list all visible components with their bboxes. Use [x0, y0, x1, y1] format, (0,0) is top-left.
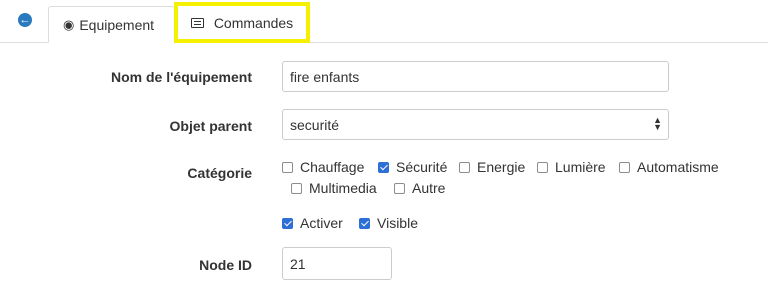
category-autre-label: Autre: [412, 180, 446, 196]
visible-label: Visible: [377, 215, 418, 231]
checkbox-autre[interactable]: [394, 183, 405, 194]
category-label: Catégorie: [187, 165, 252, 181]
node-id-field[interactable]: 21: [282, 247, 392, 280]
checkbox-chauffage[interactable]: [282, 162, 293, 173]
node-id-value: 21: [290, 255, 306, 272]
category-automatisme[interactable]: Automatisme: [619, 159, 719, 175]
checkbox-multimedia[interactable]: [291, 183, 302, 194]
select-arrows-icon: ▲ ▼: [653, 115, 662, 132]
activer-option[interactable]: Activer: [282, 215, 343, 231]
name-value: fire enfants: [290, 68, 360, 85]
parent-value: securité: [290, 116, 340, 133]
category-lumiere[interactable]: Lumière: [537, 159, 606, 175]
category-multimedia-label: Multimedia: [309, 180, 377, 196]
tab-commandes-label: Commandes: [213, 14, 294, 31]
checkbox-activer[interactable]: [282, 218, 293, 229]
category-energie[interactable]: Energie: [459, 159, 525, 175]
category-chauffage[interactable]: Chauffage: [282, 159, 364, 175]
node-id-label: Node ID: [199, 257, 252, 273]
category-securite-label: Sécurité: [396, 159, 448, 175]
category-securite[interactable]: Sécurité: [378, 159, 447, 175]
checkbox-securite[interactable]: [378, 162, 389, 173]
parent-select[interactable]: securité ▲ ▼: [282, 109, 669, 140]
category-automatisme-label: Automatisme: [637, 159, 719, 175]
checkbox-lumiere[interactable]: [537, 162, 548, 173]
dashboard-icon: ◉: [63, 16, 75, 32]
name-label: Nom de l'équipement: [110, 69, 252, 85]
parent-label: Objet parent: [169, 118, 252, 134]
visible-option[interactable]: Visible: [359, 215, 418, 231]
category-energie-label: Energie: [477, 159, 526, 175]
tab-equipement-label: Equipement: [79, 16, 155, 33]
category-multimedia[interactable]: Multimedia: [291, 180, 377, 196]
checkbox-automatisme[interactable]: [619, 162, 630, 173]
checkbox-energie[interactable]: [459, 162, 470, 173]
tab-commandes[interactable]: Commandes: [174, 2, 310, 43]
tab-bar: ← ◉ Equipement Commandes: [0, 0, 768, 43]
category-autre[interactable]: Autre: [394, 180, 445, 196]
category-lumiere-label: Lumière: [555, 159, 606, 175]
activer-label: Activer: [300, 215, 343, 231]
back-arrow-icon[interactable]: ←: [18, 13, 32, 27]
name-field[interactable]: fire enfants: [282, 61, 669, 92]
list-icon: [190, 17, 204, 28]
category-chauffage-label: Chauffage: [300, 159, 365, 175]
checkbox-visible[interactable]: [359, 218, 370, 229]
tab-equipement[interactable]: ◉ Equipement: [48, 6, 175, 43]
